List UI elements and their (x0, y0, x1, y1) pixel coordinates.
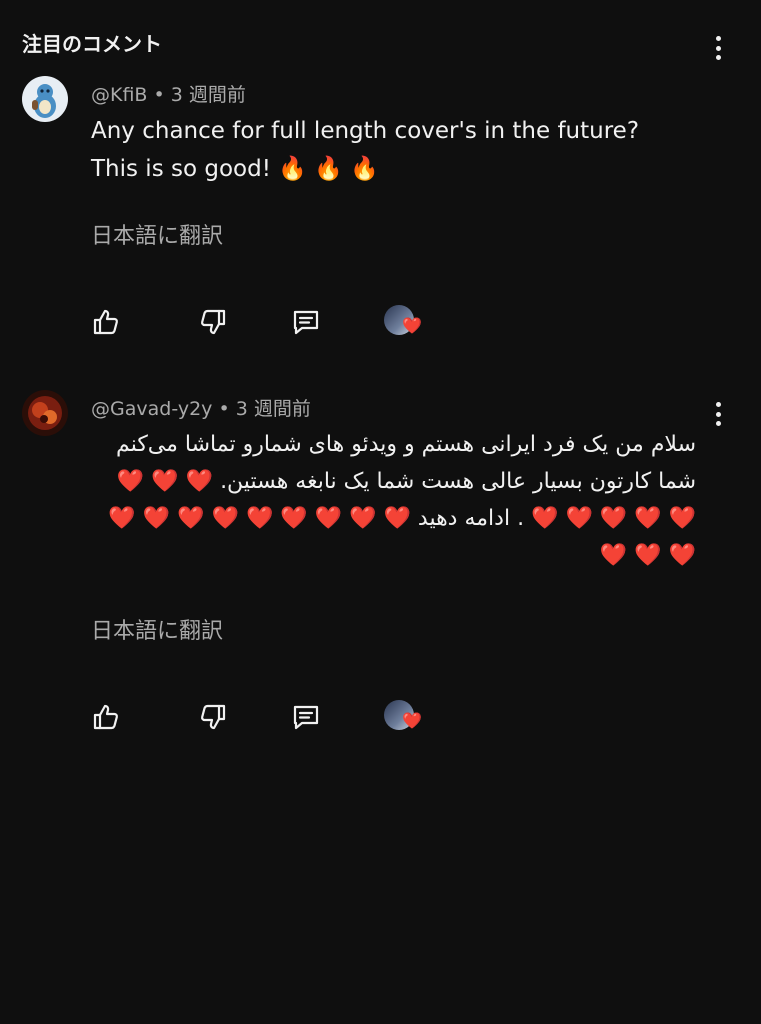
creator-heart-icon: ❤️ (384, 303, 422, 339)
section-title: 注目のコメント (22, 32, 162, 56)
comment-text: سلام من یک فرد ایرانی هستم و ویدئو های ش… (108, 432, 696, 568)
avatar[interactable] (22, 390, 68, 436)
like-button[interactable] (91, 307, 121, 337)
like-button[interactable] (91, 702, 121, 732)
comment-more-button[interactable] (706, 402, 730, 428)
dislike-icon (201, 309, 226, 335)
heart-icon: ❤️ (402, 711, 422, 730)
comment-meta: @Gavad-y2y • 3 週間前 (91, 394, 311, 421)
like-icon (93, 704, 118, 730)
reply-button[interactable] (291, 307, 321, 337)
like-icon (93, 309, 118, 335)
comment-actions: ❤️ (91, 700, 451, 732)
meta-separator: • (218, 398, 230, 420)
comment-text-line: This is so good! 🔥 🔥 🔥 (91, 156, 379, 182)
comment-author[interactable]: @Gavad-y2y (91, 398, 212, 420)
dislike-button[interactable] (198, 702, 228, 732)
reply-icon (293, 310, 319, 335)
dislike-button[interactable] (198, 307, 228, 337)
header-more-button[interactable] (706, 36, 730, 62)
meta-separator: • (153, 84, 165, 106)
comment-meta: @KfiB • 3 週間前 (91, 80, 246, 107)
avatar[interactable] (22, 76, 68, 122)
heart-icon: ❤️ (402, 316, 422, 335)
more-vert-icon (706, 402, 730, 426)
reply-button[interactable] (291, 702, 321, 732)
comment-actions: ❤️ (91, 305, 451, 337)
reply-icon (293, 705, 319, 730)
comment-time: 3 週間前 (235, 398, 311, 420)
dislike-icon (201, 704, 226, 730)
creator-heart-icon: ❤️ (384, 698, 422, 734)
comment-time: 3 週間前 (170, 84, 246, 106)
translate-link[interactable]: 日本語に翻訳 (91, 218, 223, 250)
translate-link[interactable]: 日本語に翻訳 (91, 613, 223, 645)
more-vert-icon (706, 36, 730, 60)
comment-text: Any chance for full length cover's in th… (91, 112, 639, 188)
comment-author[interactable]: @KfiB (91, 84, 147, 106)
comment-text-line: Any chance for full length cover's in th… (91, 118, 640, 144)
